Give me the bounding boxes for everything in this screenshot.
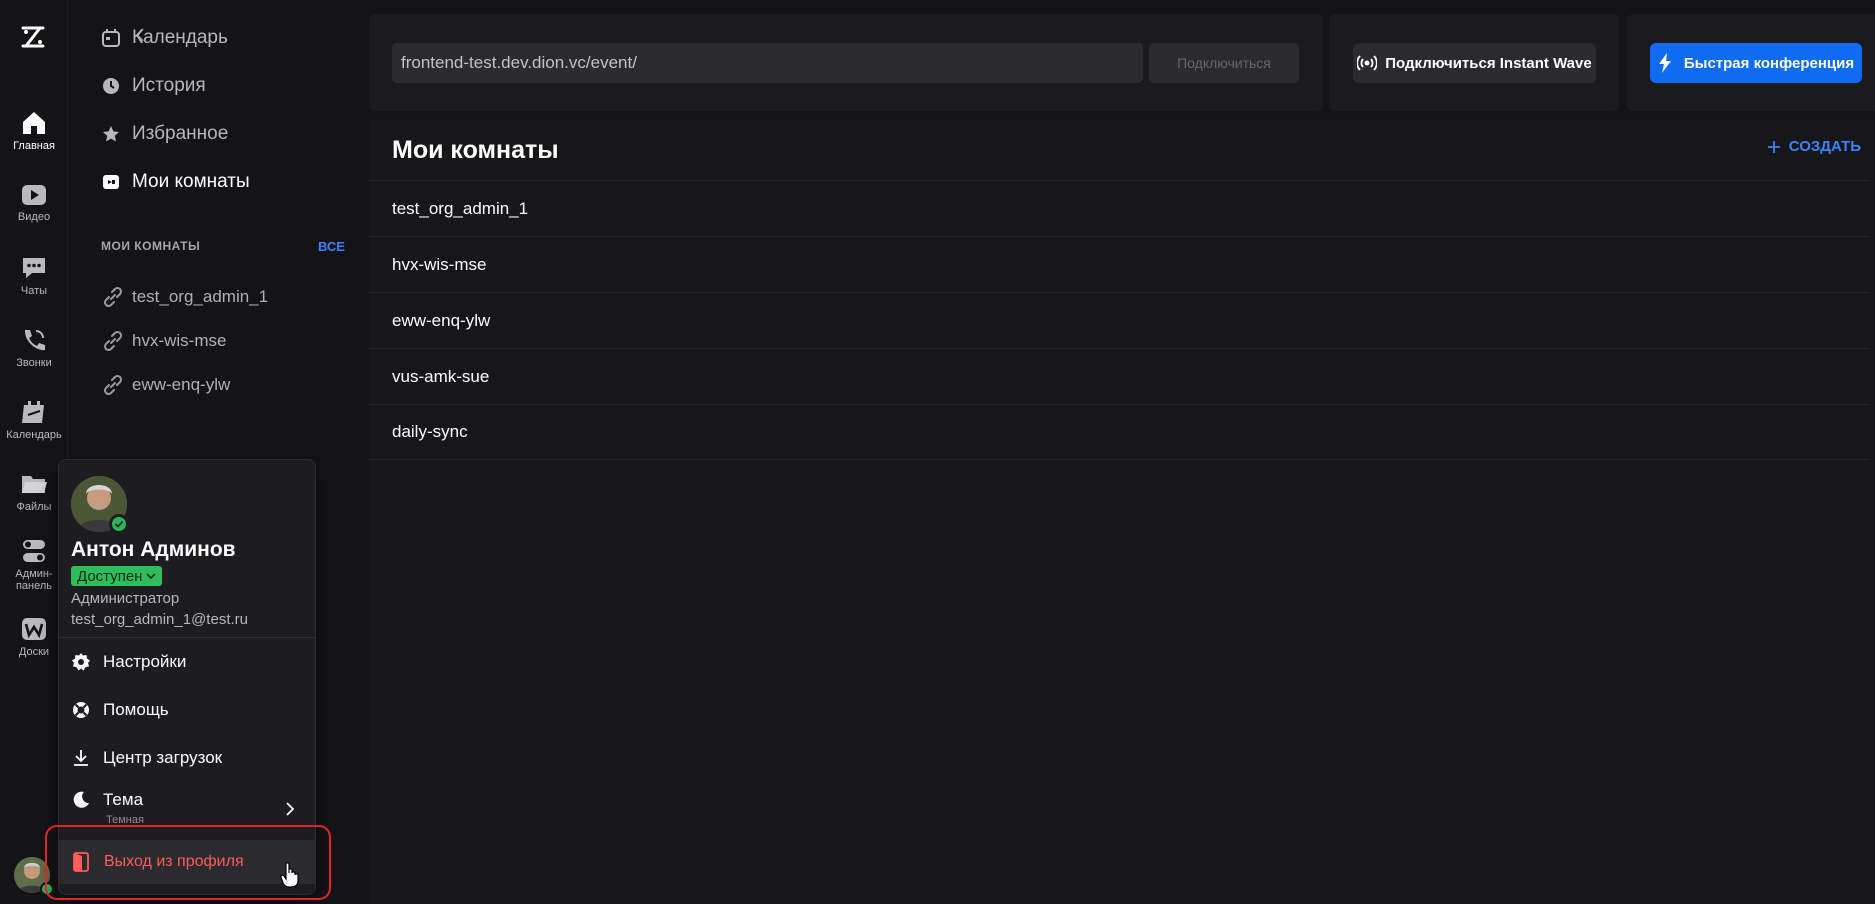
sidebar-room-link[interactable]: test_org_admin_1	[102, 284, 268, 310]
phone-icon	[24, 330, 45, 351]
admin-icon	[23, 540, 45, 562]
rail-item-label: Админ-	[15, 568, 53, 580]
menu-item-help[interactable]: Помощь	[59, 690, 315, 730]
chevron-right-icon	[286, 802, 295, 816]
create-room-button[interactable]: СОЗДАТЬ	[1767, 138, 1861, 155]
create-room-label: СОЗДАТЬ	[1788, 138, 1861, 155]
room-name: hvx-wis-mse	[392, 254, 487, 274]
sidebar-room-label: test_org_admin_1	[132, 287, 269, 306]
nav-item-favorites[interactable]: Избранное	[102, 117, 228, 151]
menu-item-label: Настройки	[103, 652, 187, 671]
download-icon	[74, 750, 88, 766]
rail-item-video[interactable]: Видео	[0, 183, 68, 223]
camera-icon	[103, 175, 119, 189]
app-window: Главная Видео Чаты Звонки Календарь Файл…	[0, 0, 1875, 904]
room-row[interactable]: vus-amk-sue	[369, 348, 1869, 404]
online-status-icon	[40, 882, 54, 896]
nav-item-label: Мои комнаты	[132, 171, 250, 192]
rail-item-calendar[interactable]: Календарь	[0, 399, 68, 441]
profile-name: Антон Админов	[71, 538, 236, 561]
wave-icon	[1357, 55, 1378, 71]
rail-item-label: Файлы	[16, 501, 52, 513]
instant-wave-label: Подключиться Instant Wave	[1385, 54, 1592, 72]
folder-icon	[22, 476, 47, 493]
rail-item-label: Доски	[18, 646, 50, 658]
link-icon	[103, 374, 123, 396]
room-row[interactable]: hvx-wis-mse	[369, 236, 1869, 292]
calendar-icon	[22, 401, 44, 423]
nav-item-label: Избранное	[132, 123, 229, 144]
room-row[interactable]: daily-sync	[369, 404, 1869, 460]
home-icon	[23, 112, 45, 134]
sidebar-room-link[interactable]: hvx-wis-mse	[102, 328, 226, 354]
menu-item-label: Помощь	[103, 700, 169, 719]
profile-role: Администратор	[71, 590, 180, 607]
rail-item-calls[interactable]: Звонки	[0, 327, 68, 369]
menu-item-settings[interactable]: Настройки	[59, 642, 315, 682]
connect-button[interactable]: Подключиться	[1149, 43, 1299, 83]
rail-item-label: Чаты	[20, 285, 48, 297]
quick-conference-label: Быстрая конференция	[1683, 54, 1855, 72]
nav-item-label: История	[132, 75, 206, 96]
rail-item-label: Видео	[17, 211, 51, 223]
star-icon	[103, 126, 119, 142]
show-all-link[interactable]: ВСЕ	[318, 239, 345, 254]
menu-item-downloads[interactable]: Центр загрузок	[59, 738, 315, 778]
event-url-input[interactable]	[392, 43, 1143, 83]
instant-wave-button[interactable]: Подключиться Instant Wave	[1353, 43, 1596, 83]
hand-cursor-icon	[280, 862, 299, 888]
page-title: Мои комнаты	[392, 136, 559, 164]
verified-check-icon	[109, 514, 129, 534]
rail-item-home[interactable]: Главная	[0, 110, 68, 152]
logout-button[interactable]: Выход из профиля	[58, 840, 315, 884]
logout-door-icon	[73, 852, 89, 872]
theme-current-value: Темная	[106, 814, 144, 824]
room-name: eww-enq-ylw	[392, 310, 491, 330]
gear-icon	[72, 653, 90, 671]
calendar-icon	[102, 29, 120, 47]
room-name: vus-amk-sue	[392, 366, 490, 386]
divider	[59, 637, 315, 638]
room-name: test_org_admin_1	[392, 198, 529, 218]
room-row[interactable]: eww-enq-ylw	[369, 292, 1869, 348]
logout-label: Выход из профиля	[104, 853, 244, 870]
moon-icon	[73, 791, 89, 808]
nav-item-history[interactable]: История	[102, 69, 206, 103]
nav-item-calendar[interactable]: Календарь	[102, 21, 228, 55]
lightning-icon	[1658, 53, 1671, 73]
profile-email: test_org_admin_1@test.ru	[71, 611, 248, 628]
video-icon	[22, 185, 46, 205]
clock-icon	[103, 78, 119, 94]
section-title-my-rooms: МОИ КОМНАТЫ	[101, 239, 201, 253]
sidebar-room-link[interactable]: eww-enq-ylw	[102, 372, 230, 398]
rooms-panel: Мои комнаты СОЗДАТЬ test_org_admin_1 hvx…	[369, 120, 1875, 904]
rail-item-label: панель	[15, 580, 53, 592]
room-name: daily-sync	[392, 422, 468, 441]
rail-item-label: Календарь	[6, 429, 62, 441]
status-dropdown[interactable]: Доступен	[71, 566, 163, 586]
menu-item-label: Тема	[103, 790, 144, 809]
boards-icon	[22, 618, 46, 640]
menu-item-theme[interactable]: Тема	[59, 782, 315, 822]
sidebar-room-label: hvx-wis-mse	[132, 331, 227, 350]
profile-popup: Антон Админов Доступен Администратор tes…	[58, 459, 316, 895]
chat-icon	[23, 258, 45, 278]
plus-icon	[1767, 140, 1780, 153]
link-icon	[103, 286, 123, 308]
status-label: Доступен	[77, 567, 143, 585]
link-icon	[103, 330, 123, 352]
chevron-down-icon	[146, 573, 157, 580]
quick-conference-button[interactable]: Быстрая конференция	[1650, 43, 1862, 83]
sidebar-room-label: eww-enq-ylw	[132, 375, 231, 394]
lifebuoy-icon	[73, 702, 89, 718]
room-row[interactable]: test_org_admin_1	[369, 180, 1869, 236]
rail-item-label: Главная	[13, 140, 55, 152]
app-logo-icon[interactable]	[20, 24, 46, 50]
nav-item-label: Календарь	[132, 27, 228, 48]
nav-item-my-rooms[interactable]: Мои комнаты	[102, 165, 250, 199]
menu-item-label: Центр загрузок	[103, 748, 223, 767]
rail-item-label: Звонки	[16, 357, 52, 369]
rail-item-chats[interactable]: Чаты	[0, 255, 68, 297]
